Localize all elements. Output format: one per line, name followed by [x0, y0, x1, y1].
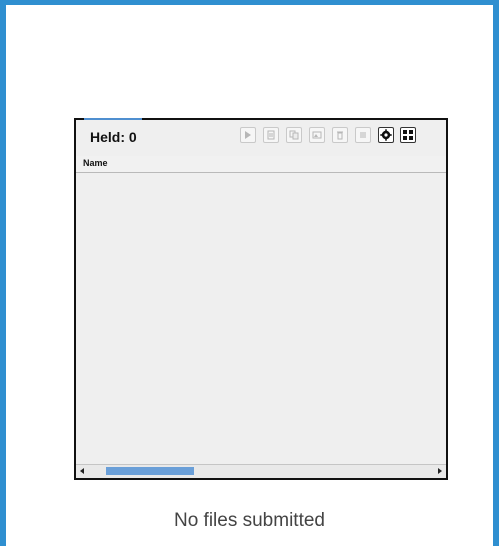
settings-button[interactable] — [378, 127, 394, 143]
play-button[interactable] — [240, 127, 256, 143]
copy-button[interactable] — [286, 127, 302, 143]
panel-toolbar: Held: 0 — [76, 120, 446, 157]
image-icon — [312, 131, 322, 139]
held-count-label: Held: 0 — [90, 129, 137, 145]
file-list[interactable] — [76, 173, 446, 465]
gear-icon — [380, 129, 392, 141]
horizontal-scrollbar[interactable] — [76, 464, 446, 478]
grid-view-button[interactable] — [400, 127, 416, 143]
play-icon — [245, 131, 251, 139]
delete-button[interactable] — [332, 127, 348, 143]
scroll-left-arrow-icon[interactable] — [80, 468, 84, 474]
scrollbar-thumb[interactable] — [106, 467, 194, 475]
document-icon — [267, 130, 275, 140]
status-message: No files submitted — [173, 510, 325, 531]
held-files-panel: Held: 0 Name — [74, 118, 448, 480]
list-icon — [360, 132, 366, 138]
column-header[interactable]: Name — [76, 156, 446, 173]
list-button[interactable] — [355, 127, 371, 143]
column-name-header[interactable]: Name — [83, 158, 108, 168]
grid-icon — [403, 130, 413, 140]
scroll-right-arrow-icon[interactable] — [438, 468, 442, 474]
trash-icon — [337, 131, 343, 140]
image-button[interactable] — [309, 127, 325, 143]
document-button[interactable] — [263, 127, 279, 143]
copy-icon — [289, 130, 299, 140]
